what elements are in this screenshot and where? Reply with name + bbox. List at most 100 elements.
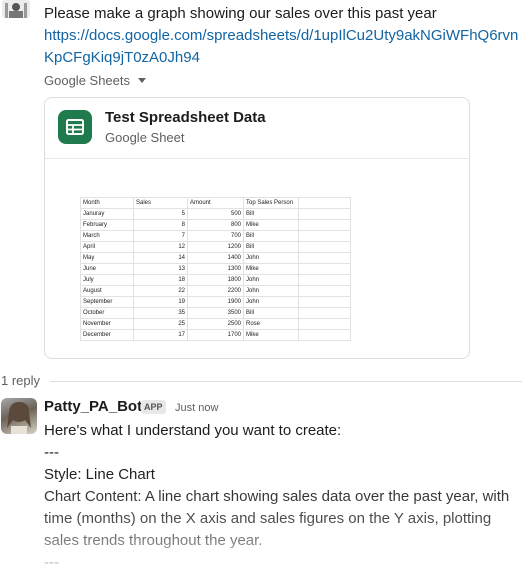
sheet-cell: March <box>80 230 134 242</box>
sheet-row: August 22 2200 John <box>80 285 351 297</box>
sheet-cell: 1900 <box>187 296 244 308</box>
sheet-row: Januray 5 500 Bill <box>80 208 351 220</box>
sheet-cell: Mike <box>243 329 299 341</box>
sheet-cell: June <box>80 263 134 275</box>
bot-message-separator: --- <box>44 554 59 571</box>
sheet-cell: Bill <box>243 230 299 242</box>
sheet-row: September 19 1900 John <box>80 296 351 308</box>
sheet-empty-cell <box>298 208 351 220</box>
sheet-cell: August <box>80 285 134 297</box>
sheet-cell: 2500 <box>187 318 244 330</box>
sheet-header-cell: Top Sales Person <box>243 197 299 209</box>
sheet-header-cell: Amount <box>187 197 244 209</box>
sheet-cell: 17 <box>133 329 188 341</box>
bot-message-line: Here's what I understand you want to cre… <box>44 422 342 439</box>
sheet-cell: September <box>80 296 134 308</box>
sheet-cell: Januray <box>80 208 134 220</box>
sheet-cell: 1800 <box>187 274 244 286</box>
sheet-cell: 12 <box>133 241 188 253</box>
sheet-empty-cell <box>298 263 351 275</box>
spreadsheet-link[interactable]: https://docs.google.com/spreadsheets/d/1… <box>44 25 520 69</box>
sheet-empty-cell <box>298 252 351 264</box>
sheet-row: November 25 2500 Rose <box>80 318 351 330</box>
sheet-cell: John <box>243 296 299 308</box>
bot-message-line: Chart Content: A line chart showing sale… <box>44 488 510 549</box>
sheet-cell: John <box>243 252 299 264</box>
sheet-cell: 35 <box>133 307 188 319</box>
sheet-empty-cell <box>298 285 351 297</box>
sheet-cell: October <box>80 307 134 319</box>
spreadsheet-preview: Month Sales Amount Top Sales Person Janu… <box>80 197 351 341</box>
sheet-cell: December <box>80 329 134 341</box>
card-subtitle: Google Sheet <box>105 130 185 145</box>
sheet-row: October 35 3500 Bill <box>80 307 351 319</box>
sheet-row: May 14 1400 John <box>80 252 351 264</box>
sheet-cell: 18 <box>133 274 188 286</box>
sheet-cell: 19 <box>133 296 188 308</box>
sheet-cell: John <box>243 274 299 286</box>
sheet-row: April 12 1200 Bill <box>80 241 351 253</box>
sheet-empty-cell <box>298 241 351 253</box>
sheet-cell: Mike <box>243 219 299 231</box>
unfurl-source-toggle[interactable]: Google Sheets <box>44 73 147 88</box>
sheet-header-cell: Sales <box>133 197 188 209</box>
bot-message-body: Here's what I understand you want to cre… <box>44 420 520 574</box>
sheet-cell: John <box>243 285 299 297</box>
sheet-cell: Bill <box>243 208 299 220</box>
app-badge: APP <box>141 400 166 414</box>
caret-down-icon <box>138 78 147 83</box>
sheet-cell: 13 <box>133 263 188 275</box>
sheet-cell: 3500 <box>187 307 244 319</box>
sheet-empty-cell <box>298 197 351 209</box>
sheet-cell: 14 <box>133 252 188 264</box>
sheet-cell: 7 <box>133 230 188 242</box>
sheet-cell: 1400 <box>187 252 244 264</box>
replies-divider <box>50 381 522 382</box>
sheet-empty-cell <box>298 329 351 341</box>
unfurl-source-label: Google Sheets <box>44 73 131 88</box>
sheet-cell: February <box>80 219 134 231</box>
google-sheets-icon <box>58 110 92 144</box>
sheet-cell: 1300 <box>187 263 244 275</box>
sheet-row: July 18 1800 John <box>80 274 351 286</box>
user-avatar[interactable] <box>2 0 30 18</box>
sheet-cell: July <box>80 274 134 286</box>
sheet-row: February 8 800 Mike <box>80 219 351 231</box>
bot-name[interactable]: Patty_PA_Bot <box>44 398 142 415</box>
sheet-cell: 500 <box>187 208 244 220</box>
sheet-empty-cell <box>298 230 351 242</box>
sheet-cell: Bill <box>243 307 299 319</box>
sheet-cell: 8 <box>133 219 188 231</box>
sheet-header-cell: Month <box>80 197 134 209</box>
sheet-row: December 17 1700 Mike <box>80 329 351 341</box>
message-text: Please make a graph showing our sales ov… <box>44 5 437 22</box>
sheet-cell: 800 <box>187 219 244 231</box>
sheet-empty-cell <box>298 296 351 308</box>
bot-message-separator: --- <box>44 444 59 461</box>
bot-avatar[interactable] <box>1 398 37 434</box>
sheet-cell: 25 <box>133 318 188 330</box>
sheet-cell: Bill <box>243 241 299 253</box>
message-timestamp[interactable]: Just now <box>175 402 218 414</box>
sheet-empty-cell <box>298 318 351 330</box>
sheet-cell: Rose <box>243 318 299 330</box>
sheet-cell: Mike <box>243 263 299 275</box>
sheet-cell: 700 <box>187 230 244 242</box>
sheet-row: June 13 1300 Mike <box>80 263 351 275</box>
sheet-row: March 7 700 Bill <box>80 230 351 242</box>
sheet-cell: November <box>80 318 134 330</box>
bot-message-line: Style: Line Chart <box>44 466 155 483</box>
sheet-header-row: Month Sales Amount Top Sales Person <box>80 197 351 209</box>
card-title[interactable]: Test Spreadsheet Data <box>105 109 266 126</box>
sheet-cell: 22 <box>133 285 188 297</box>
sheet-empty-cell <box>298 274 351 286</box>
sheet-empty-cell <box>298 307 351 319</box>
reply-count[interactable]: 1 reply <box>1 373 40 388</box>
card-divider <box>45 158 469 159</box>
sheet-cell: 1700 <box>187 329 244 341</box>
sheet-cell: 2200 <box>187 285 244 297</box>
link-preview-card[interactable]: Test Spreadsheet Data Google Sheet Month… <box>44 97 470 359</box>
sheet-cell: 1200 <box>187 241 244 253</box>
sheet-cell: May <box>80 252 134 264</box>
sheet-cell: April <box>80 241 134 253</box>
